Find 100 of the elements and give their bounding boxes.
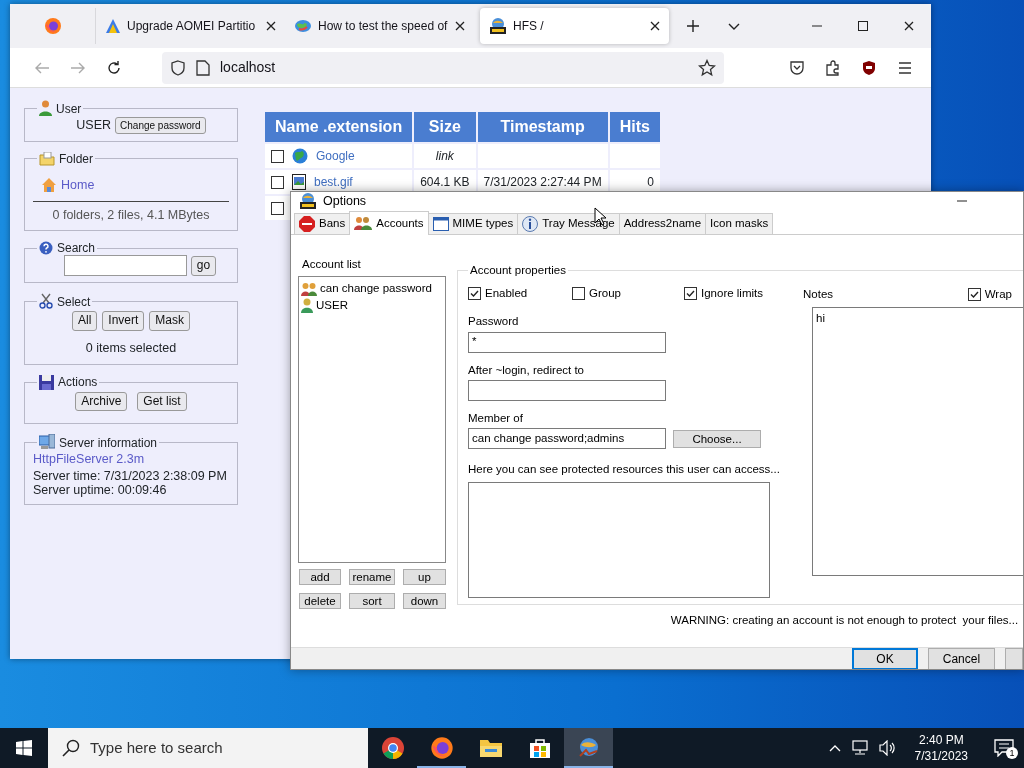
- action-button[interactable]: Archive: [75, 391, 128, 412]
- ok-button[interactable]: OK: [852, 648, 919, 669]
- search-field[interactable]: Type here to search: [90, 736, 360, 760]
- address-bar[interactable]: localhost: [162, 51, 724, 84]
- tab[interactable]: Address2name: [618, 212, 707, 234]
- checkbox[interactable]: Enabled: [468, 285, 572, 303]
- shopping-bag-icon: [528, 737, 551, 759]
- table-cell: 7/31/2023 2:27:44 PM: [477, 170, 608, 194]
- account-item[interactable]: can change password: [301, 280, 443, 297]
- close-icon[interactable]: [266, 21, 276, 31]
- notes-field[interactable]: hi: [812, 307, 1023, 577]
- close-icon[interactable]: [455, 21, 465, 31]
- browser-tab[interactable]: Upgrade AOMEI Partitio: [96, 8, 285, 44]
- list-button[interactable]: up: [403, 569, 446, 585]
- input-field[interactable]: can change password;admins: [468, 428, 666, 449]
- cancel-button[interactable]: Cancel: [928, 648, 995, 669]
- select-button[interactable]: Invert: [102, 311, 145, 331]
- choose-button[interactable]: Choose...: [673, 429, 761, 448]
- checkbox[interactable]: Wrap: [967, 286, 1012, 304]
- clock[interactable]: 2:40 PM 7/31/2023: [906, 731, 976, 765]
- input-field[interactable]: [468, 379, 666, 401]
- tab[interactable]: Icon masks: [705, 212, 774, 234]
- select-button[interactable]: All: [72, 311, 98, 331]
- user-icon: [39, 100, 52, 116]
- maximize-icon[interactable]: [858, 21, 868, 31]
- panel-title: Search: [57, 242, 96, 256]
- input-field[interactable]: *: [468, 331, 666, 353]
- file-link[interactable]: best.gif: [314, 173, 353, 191]
- search-field[interactable]: [63, 255, 187, 277]
- puzzle-icon[interactable]: [825, 59, 841, 76]
- close-icon[interactable]: [650, 21, 660, 31]
- user-icon: [301, 298, 313, 313]
- pocket-icon[interactable]: [789, 59, 805, 76]
- change-password-button[interactable]: Change password: [115, 116, 206, 134]
- hfs-logo-icon: [299, 192, 317, 211]
- menu-icon[interactable]: [897, 59, 913, 76]
- panel-title: Folder: [59, 152, 93, 166]
- list-button[interactable]: sort: [349, 593, 395, 609]
- checkbox[interactable]: Ignore limits: [684, 285, 774, 303]
- start-icon[interactable]: [16, 740, 32, 756]
- file-link[interactable]: Google: [316, 147, 355, 165]
- column-header[interactable]: Name .extension: [265, 112, 413, 142]
- field-label: After ~login, redirect to: [468, 362, 586, 378]
- users-icon: [354, 216, 373, 231]
- network-icon[interactable]: [850, 740, 869, 756]
- volume-icon[interactable]: [878, 740, 897, 756]
- user-name: USER: [76, 117, 112, 134]
- column-header[interactable]: Hits: [609, 112, 660, 142]
- close-icon[interactable]: [904, 21, 914, 31]
- list-button[interactable]: delete: [299, 593, 341, 609]
- go-button[interactable]: go: [190, 255, 217, 276]
- tab[interactable]: MIME types: [427, 212, 519, 234]
- tab[interactable]: Bans: [294, 212, 351, 234]
- checkbox[interactable]: Group: [572, 285, 684, 303]
- field-label: Password: [468, 314, 520, 330]
- browser-tab[interactable]: HFS /: [480, 8, 669, 44]
- home-link[interactable]: Home: [61, 175, 95, 195]
- chrome-icon: [380, 736, 405, 760]
- star-icon[interactable]: [698, 58, 716, 77]
- column-header[interactable]: Timestamp: [477, 112, 608, 142]
- tab[interactable]: Tray Message: [517, 212, 620, 234]
- action-button[interactable]: Get list: [137, 391, 187, 412]
- panel-title: Select: [57, 296, 91, 310]
- table-cell: 604.1 KB: [414, 170, 476, 194]
- field-label: Member of: [468, 410, 524, 426]
- checkbox-icon[interactable]: [967, 288, 981, 302]
- browser-tab[interactable]: How to test the speed of: [285, 8, 474, 44]
- row-checkbox[interactable]: [271, 201, 284, 215]
- computer-icon: [39, 434, 55, 451]
- column-header[interactable]: Size: [414, 112, 476, 142]
- account-item[interactable]: USER: [301, 297, 443, 314]
- extension-shield-icon[interactable]: [861, 59, 877, 76]
- panel-title: User: [56, 102, 82, 116]
- search-icon: [62, 739, 80, 757]
- row-checkbox[interactable]: [271, 149, 284, 163]
- checkbox-icon[interactable]: [684, 287, 697, 301]
- question-icon: [39, 241, 53, 256]
- triangle-logo-icon: [105, 18, 121, 34]
- select-button[interactable]: Mask: [149, 311, 190, 331]
- folder-summary: 0 folders, 2 files, 4.1 MBytes: [33, 200, 229, 225]
- list-button[interactable]: rename: [349, 569, 395, 585]
- new-tab-icon[interactable]: [686, 19, 700, 33]
- panel-title: Server information: [59, 437, 158, 451]
- taskbar-search[interactable]: Type here to search: [48, 728, 368, 768]
- checkbox-icon[interactable]: [468, 287, 481, 301]
- list-label: Account list: [301, 256, 362, 272]
- list-button[interactable]: down: [403, 593, 446, 609]
- reload-icon[interactable]: [106, 59, 122, 76]
- table-cell: link: [414, 144, 476, 168]
- notes-label: Notes: [803, 287, 834, 302]
- globe-icon: [294, 18, 312, 34]
- version-link[interactable]: HttpFileServer 2.3m: [33, 450, 229, 469]
- stop-sign-icon: [299, 215, 315, 232]
- notification-icon[interactable]: [994, 739, 1014, 758]
- globe-icon: [292, 148, 308, 164]
- list-button[interactable]: add: [299, 569, 341, 585]
- tab[interactable]: Accounts: [349, 210, 429, 235]
- table-cell: 0: [609, 170, 660, 194]
- row-checkbox[interactable]: [271, 175, 284, 189]
- checkbox-icon[interactable]: [572, 287, 585, 301]
